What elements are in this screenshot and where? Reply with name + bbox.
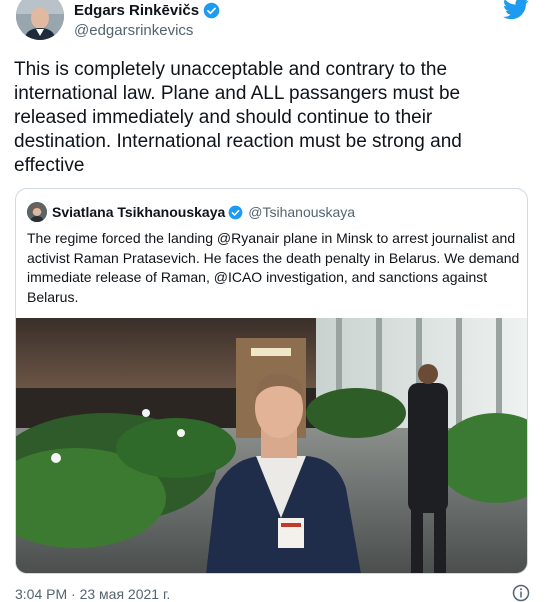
quoted-tweet-card[interactable]: Sviatlana Tsikhanouskaya @Tsihanouskaya … xyxy=(15,188,528,574)
quoted-author-handle[interactable]: @Tsihanouskaya xyxy=(248,204,355,220)
quoted-avatar-image xyxy=(27,202,47,222)
info-icon[interactable] xyxy=(512,584,530,602)
author-name[interactable]: Edgars Rinkēvičs xyxy=(74,2,199,19)
quoted-tweet-text: The regime forced the landing @Ryanair p… xyxy=(27,230,520,305)
author-block: Edgars Rinkēvičs @edgarsrinkevics xyxy=(74,0,220,39)
quoted-tweet-header: Sviatlana Tsikhanouskaya @Tsihanouskaya xyxy=(27,202,355,222)
author-handle[interactable]: @edgarsrinkevics xyxy=(74,22,220,39)
quoted-author-avatar[interactable] xyxy=(27,202,47,222)
tweet-text: This is completely unacceptable and cont… xyxy=(14,59,468,176)
author-avatar-image xyxy=(16,0,64,40)
twitter-bird-icon[interactable] xyxy=(503,0,529,20)
quoted-tweet-photo[interactable] xyxy=(16,318,527,574)
quoted-verified-badge-icon xyxy=(228,205,243,219)
verified-badge-icon xyxy=(203,2,220,18)
quoted-author-name[interactable]: Sviatlana Tsikhanouskaya xyxy=(52,204,225,220)
tweet-timestamp[interactable]: 3:04 PM · 23 мая 2021 г. xyxy=(15,586,170,602)
author-name-row: Edgars Rinkēvičs xyxy=(74,0,220,20)
author-avatar[interactable] xyxy=(16,0,64,40)
